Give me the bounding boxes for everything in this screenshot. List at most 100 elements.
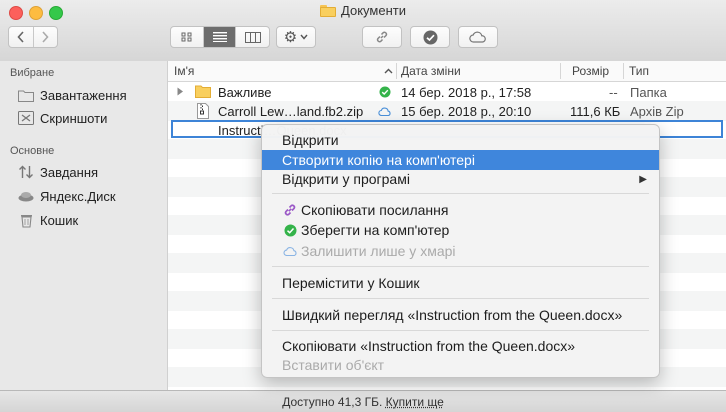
zip-file-icon [197,103,209,119]
sidebar-section-favorites: Вибране [10,67,55,79]
cloud-icon [469,31,486,43]
toolbar: Документи ⚙ [0,0,726,62]
sidebar-item-label: Скриншоти [40,110,108,126]
check-icon [282,222,298,238]
file-size: -- [609,85,618,100]
available-space: Доступно 41,3 ГБ. [282,395,383,409]
navigation-buttons [8,26,58,48]
column-divider[interactable] [396,63,397,79]
copy-link-toolbar-button[interactable] [362,26,402,48]
column-header-kind[interactable]: Тип [629,64,649,78]
disclosure-triangle-icon[interactable] [177,87,184,96]
forward-button[interactable] [34,27,57,47]
column-divider[interactable] [623,63,624,79]
folder-icon [195,85,211,98]
keep-in-cloud-toolbar-button[interactable] [458,26,498,48]
column-divider[interactable] [560,63,561,79]
check-circle-icon [423,30,437,44]
window-title-bar: Документи [0,3,726,20]
menu-item-copy-item[interactable]: Скопіювати «Instruction from the Queen.d… [262,336,659,356]
cloud-icon [282,243,298,259]
menu-item-label: Відкрити [282,132,339,148]
file-date: 15 бер. 2018 р., 20:10 [401,104,532,119]
check-icon [379,86,391,98]
link-icon [376,31,388,43]
menu-item-open-with[interactable]: Відкрити у програмі ▶ [262,169,659,189]
sidebar-item-trash[interactable]: Кошик [18,212,78,228]
menu-item-quick-look[interactable]: Швидкий перегляд «Instruction from the Q… [262,305,659,325]
back-button[interactable] [9,27,34,47]
view-switcher [170,26,270,48]
sidebar-item-label: Яндекс.Диск [40,188,116,204]
table-row[interactable]: Важливе 14 бер. 2018 р., 17:58 -- Папка [168,82,726,102]
trash-icon [18,212,34,228]
sidebar-item-label: Завдання [40,164,99,180]
status-bar: Доступно 41,3 ГБ. Купити ще [0,390,726,412]
sidebar-item-yandex-disk[interactable]: Яндекс.Диск [18,188,116,204]
menu-item-make-local-copy[interactable]: Створити копію на комп'ютері [262,150,659,170]
sort-chevron-up-icon[interactable] [384,68,393,74]
sidebar: Вибране Завантаження Скриншоти Основне З… [0,61,168,390]
sidebar-item-screenshots[interactable]: Скриншоти [18,110,107,126]
menu-item-label: Скопіювати «Instruction from the Queen.d… [282,338,576,354]
file-date: 14 бер. 2018 р., 17:58 [401,85,532,100]
file-name: Carroll Lew…land.fb2.zip [218,104,364,119]
file-kind: Папка [630,85,667,100]
sidebar-section-main: Основне [10,145,55,157]
menu-item-open[interactable]: Відкрити [262,130,659,150]
link-icon [282,202,298,218]
menu-item-label: Зберегти на комп'ютер [301,222,450,238]
sort-arrows-icon [18,164,34,180]
menu-item-label: Скопіювати посилання [301,202,449,218]
column-header-size[interactable]: Розмір [572,64,609,78]
window-title: Документи [341,3,406,18]
save-to-computer-toolbar-button[interactable] [410,26,450,48]
menu-item-copy-link[interactable]: Скопіювати посилання [262,200,659,220]
list-icon [212,32,227,42]
file-size: 111,6 КБ [570,104,621,119]
menu-item-save-to-computer[interactable]: Зберегти на комп'ютер [262,220,659,240]
menu-separator [272,330,649,331]
grid-icon [181,32,192,42]
context-menu: Відкрити Створити копію на комп'ютері Ві… [261,124,660,378]
folder-icon [18,87,34,103]
menu-item-label: Перемістити у Кошик [282,275,420,291]
list-view-button[interactable] [203,27,237,47]
menu-item-label: Відкрити у програмі [282,171,410,187]
menu-separator [272,266,649,267]
sidebar-item-tasks[interactable]: Завдання [18,164,98,180]
chevron-down-icon [300,34,308,40]
table-row[interactable]: Carroll Lew…land.fb2.zip 15 бер. 2018 р.… [168,101,726,121]
menu-item-label: Створити копію на комп'ютері [282,152,475,168]
column-view-button[interactable] [236,27,269,47]
action-menu-button[interactable]: ⚙ [276,26,316,48]
column-header-date[interactable]: Дата зміни [401,64,461,78]
sidebar-item-label: Завантаження [40,87,127,103]
sidebar-item-downloads[interactable]: Завантаження [18,87,127,103]
menu-item-label: Вставити об'єкт [282,357,385,373]
menu-item-keep-in-cloud-only: Залишити лише у хмарі [262,241,659,261]
scissors-icon [18,110,34,126]
cloud-icon [378,107,391,116]
folder-icon [320,4,337,17]
file-name: Важливе [218,85,272,100]
gear-icon: ⚙ [283,29,298,46]
chevron-left-icon [17,31,24,43]
menu-separator [272,298,649,299]
columns-icon [244,31,261,43]
buy-more-link[interactable]: Купити ще [386,395,444,409]
menu-item-move-to-trash[interactable]: Перемістити у Кошик [262,273,659,293]
column-header-name[interactable]: Ім'я [174,64,194,78]
sidebar-item-label: Кошик [40,212,79,228]
yandex-disk-icon [18,188,34,204]
menu-item-paste-item: Вставити об'єкт [262,355,659,375]
file-kind: Архів Zip [630,104,684,119]
chevron-right-icon [42,31,50,43]
menu-item-label: Залишити лише у хмарі [301,243,456,259]
finder-window: Документи ⚙ Вибране Завантаження Скриншо… [0,0,726,412]
menu-item-label: Швидкий перегляд «Instruction from the Q… [282,307,623,323]
submenu-arrow-icon: ▶ [639,173,647,185]
menu-separator [272,193,649,194]
icon-view-button[interactable] [171,27,204,47]
file-list-header: Ім'я Дата зміни Розмір Тип [168,61,726,82]
